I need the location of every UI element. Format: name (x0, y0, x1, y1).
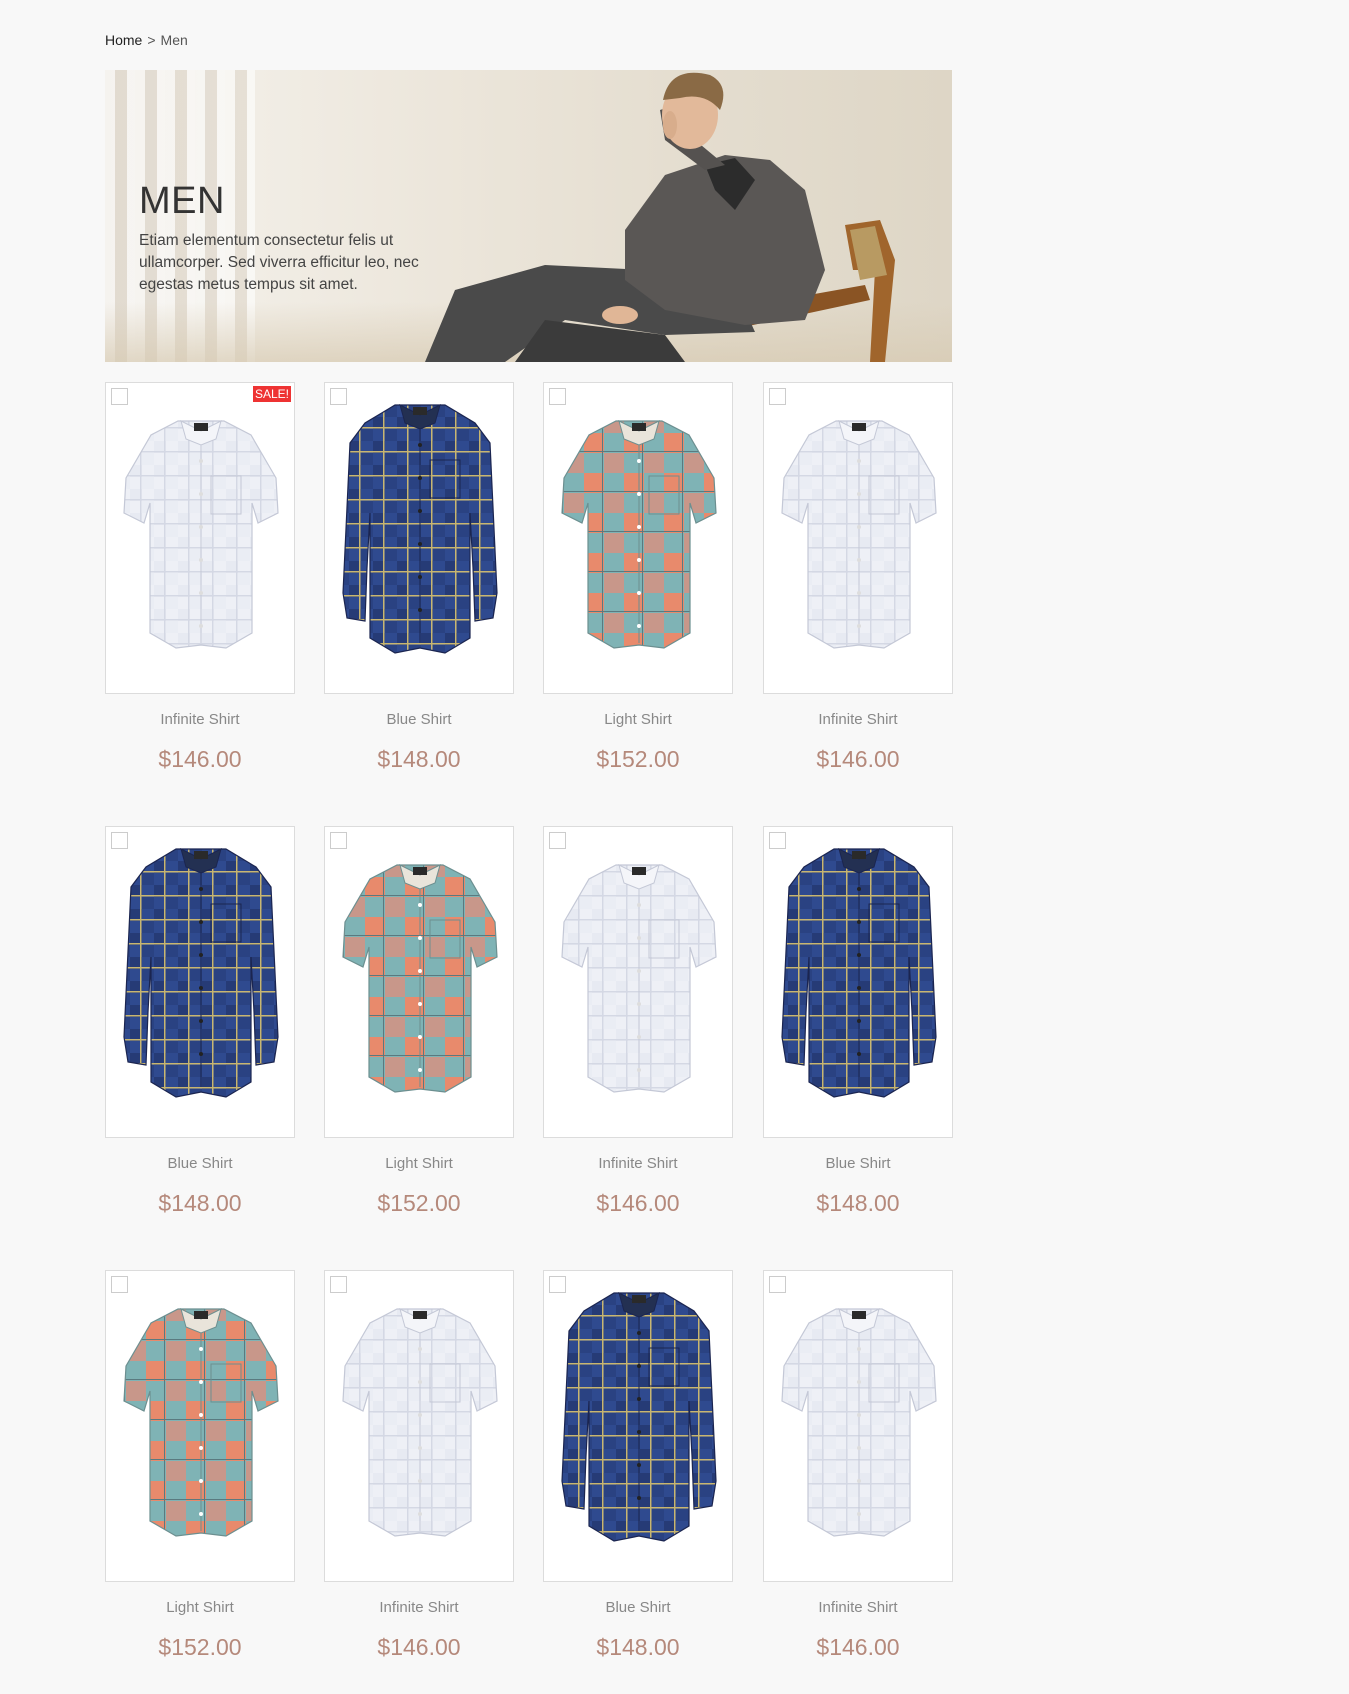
product-price: $146.00 (816, 1634, 900, 1660)
product-price: $146.00 (377, 1634, 461, 1660)
product-image-box[interactable] (105, 826, 295, 1138)
product-name[interactable]: Light Shirt (543, 711, 733, 728)
product-card[interactable]: Blue Shirt $148.00 (105, 826, 295, 1217)
product-price: $146.00 (158, 746, 242, 772)
banner-title: MEN (139, 180, 225, 222)
product-card[interactable]: Blue Shirt $148.00 (543, 1270, 733, 1661)
product-name[interactable]: Infinite Shirt (105, 711, 295, 728)
product-price: $152.00 (377, 1190, 461, 1216)
product-image-box[interactable] (543, 826, 733, 1138)
product-card[interactable]: SALE! Infinite Shirt $146.00 (105, 382, 295, 773)
product-price: $152.00 (158, 1634, 242, 1660)
product-card[interactable]: Blue Shirt $148.00 (763, 826, 953, 1217)
breadcrumb: Home > Men (105, 32, 188, 48)
product-card[interactable]: Blue Shirt $148.00 (324, 382, 514, 773)
sale-badge: SALE! (252, 386, 291, 402)
product-name[interactable]: Infinite Shirt (763, 711, 953, 728)
product-image (781, 420, 937, 649)
product-card[interactable]: Infinite Shirt $146.00 (763, 1270, 953, 1661)
breadcrumb-home-link[interactable]: Home (105, 32, 142, 48)
product-name[interactable]: Infinite Shirt (324, 1599, 514, 1616)
product-price: $152.00 (596, 746, 680, 772)
product-image-box[interactable] (763, 826, 953, 1138)
product-price: $148.00 (816, 1190, 900, 1216)
product-image-box[interactable] (105, 1270, 295, 1582)
product-card[interactable]: Light Shirt $152.00 (324, 826, 514, 1217)
product-image (123, 420, 279, 649)
product-price: $148.00 (377, 746, 461, 772)
product-card[interactable]: Light Shirt $152.00 (543, 382, 733, 773)
breadcrumb-separator: > (147, 32, 156, 48)
product-image-box[interactable]: SALE! (105, 382, 295, 694)
product-name[interactable]: Blue Shirt (105, 1155, 295, 1172)
product-image-box[interactable] (324, 826, 514, 1138)
product-name[interactable]: Blue Shirt (763, 1155, 953, 1172)
product-image (561, 864, 717, 1093)
product-price: $148.00 (596, 1634, 680, 1660)
product-price: $146.00 (816, 746, 900, 772)
product-name[interactable]: Blue Shirt (324, 711, 514, 728)
banner-description: Etiam elementum consectetur felis ut ull… (139, 232, 419, 293)
product-image (781, 1308, 937, 1537)
product-image (342, 864, 498, 1093)
product-image-box[interactable] (324, 1270, 514, 1582)
product-image (123, 848, 279, 1098)
category-banner: MEN Etiam elementum consectetur felis ut… (105, 70, 952, 362)
product-image-box[interactable] (763, 382, 953, 694)
product-price: $148.00 (158, 1190, 242, 1216)
product-name[interactable]: Light Shirt (105, 1599, 295, 1616)
product-card[interactable]: Light Shirt $152.00 (105, 1270, 295, 1661)
product-image-box[interactable] (763, 1270, 953, 1582)
product-card[interactable]: Infinite Shirt $146.00 (543, 826, 733, 1217)
product-image (342, 404, 498, 654)
product-card[interactable]: Infinite Shirt $146.00 (324, 1270, 514, 1661)
product-card[interactable]: Infinite Shirt $146.00 (763, 382, 953, 773)
product-price: $146.00 (596, 1190, 680, 1216)
product-image (561, 420, 717, 649)
product-name[interactable]: Blue Shirt (543, 1599, 733, 1616)
breadcrumb-current: Men (160, 32, 188, 48)
product-image (561, 1292, 717, 1542)
product-name[interactable]: Infinite Shirt (763, 1599, 953, 1616)
product-image-box[interactable] (543, 382, 733, 694)
product-image-box[interactable] (324, 382, 514, 694)
product-image (781, 848, 937, 1098)
banner-model-image (425, 72, 895, 362)
product-image (123, 1308, 279, 1537)
product-image-box[interactable] (543, 1270, 733, 1582)
product-name[interactable]: Infinite Shirt (543, 1155, 733, 1172)
product-image (342, 1308, 498, 1537)
product-name[interactable]: Light Shirt (324, 1155, 514, 1172)
